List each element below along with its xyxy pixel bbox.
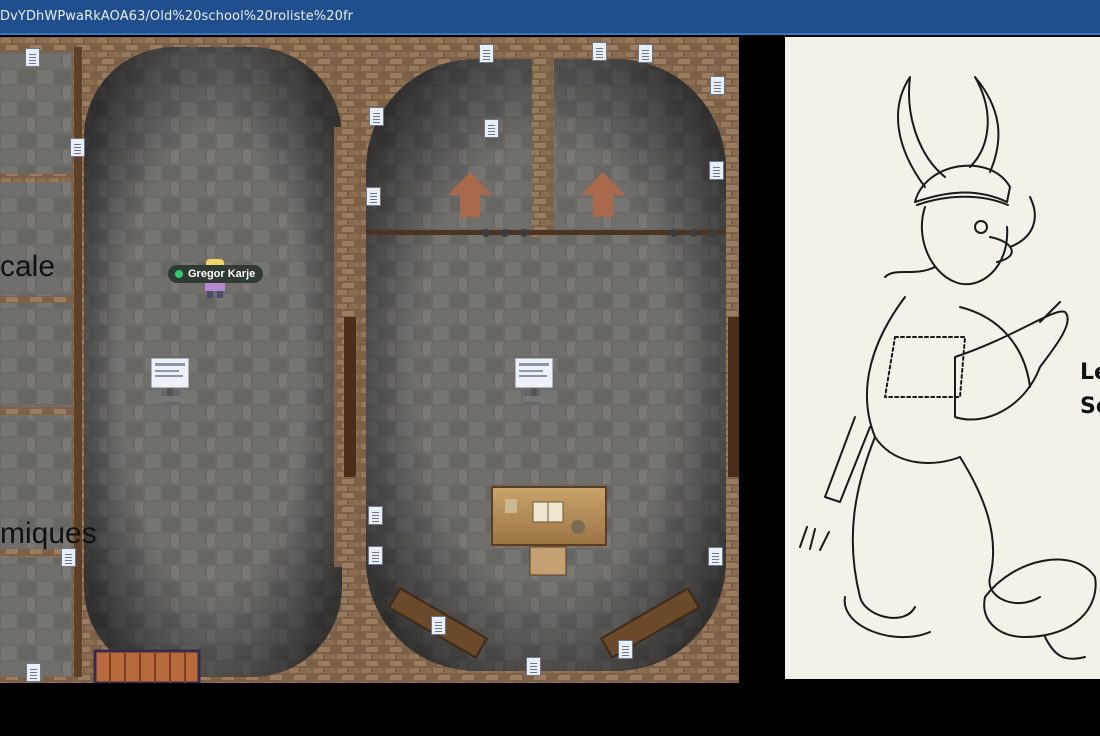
- document-note-icon[interactable]: [25, 48, 40, 67]
- document-note-icon[interactable]: [368, 506, 383, 525]
- document-note-icon[interactable]: [70, 138, 85, 157]
- document-note-icon[interactable]: [708, 547, 723, 566]
- info-screen-icon[interactable]: [515, 358, 553, 404]
- document-note-icon[interactable]: [479, 44, 494, 63]
- document-note-icon[interactable]: [61, 548, 76, 567]
- document-note-icon[interactable]: [710, 76, 725, 95]
- document-note-icon[interactable]: [366, 187, 381, 206]
- url-text[interactable]: DvYDhWPwaRkAOA63/Old%20school%20roliste%…: [0, 9, 353, 24]
- player-name-tag[interactable]: Gregor Karje: [168, 265, 264, 283]
- online-status-icon: [175, 270, 183, 278]
- side-caption-line-2: Sc: [1080, 394, 1100, 419]
- document-note-icon[interactable]: [369, 107, 384, 126]
- document-note-icon[interactable]: [618, 640, 633, 659]
- wooden-door-object: [93, 649, 201, 683]
- browser-address-bar[interactable]: DvYDhWPwaRkAOA63/Old%20school%20roliste%…: [0, 0, 1100, 35]
- document-note-icon[interactable]: [638, 44, 653, 63]
- document-note-icon[interactable]: [431, 616, 446, 635]
- document-note-icon[interactable]: [368, 546, 383, 565]
- document-note-icon[interactable]: [592, 42, 607, 61]
- document-note-icon[interactable]: [26, 663, 41, 682]
- map-label-miques: miques: [0, 517, 97, 550]
- game-map[interactable]: cale miques Gregor Karje: [0, 37, 739, 683]
- document-note-icon[interactable]: [526, 657, 541, 676]
- info-screen-icon[interactable]: [151, 358, 189, 404]
- map-label-cale: cale: [0, 250, 56, 283]
- document-note-icon[interactable]: [484, 119, 499, 138]
- viking-sketch-icon: [799, 76, 1097, 660]
- artwork-panel: [785, 37, 1100, 679]
- document-note-icon[interactable]: [709, 161, 724, 180]
- side-caption-line-1: Le: [1080, 360, 1100, 385]
- map-canvas[interactable]: [0, 37, 739, 683]
- player-name: Gregor Karje: [188, 268, 256, 280]
